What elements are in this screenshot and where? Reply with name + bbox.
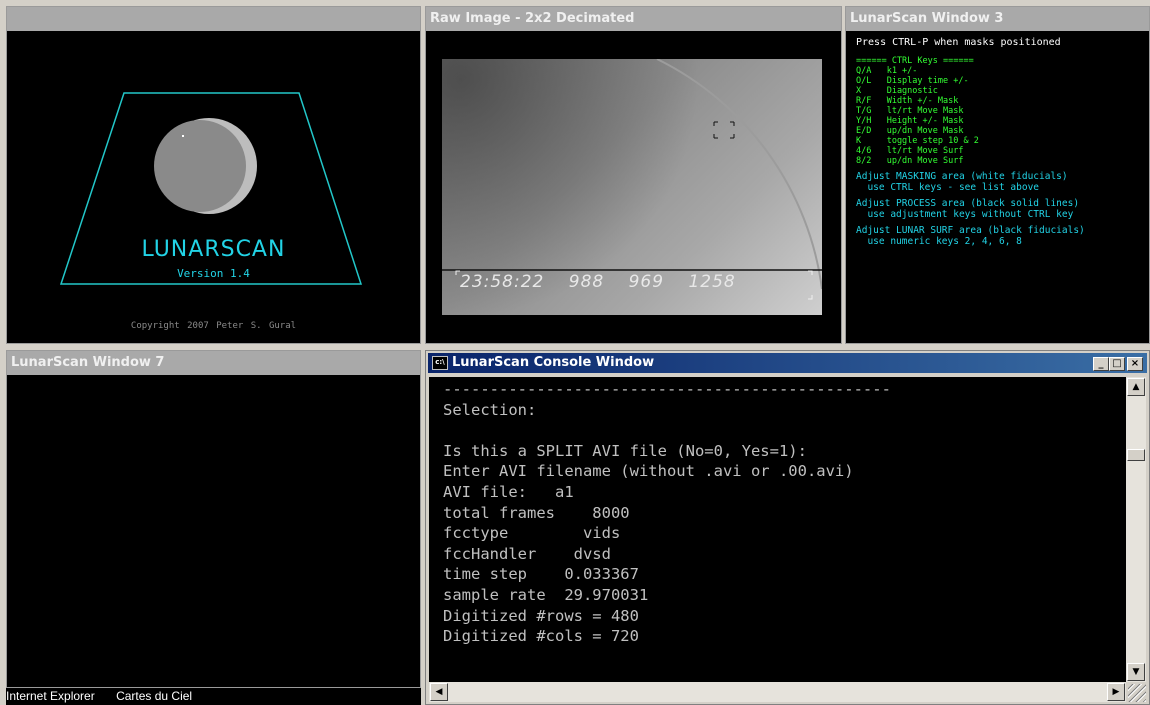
ctrl-key-line: 8/2 up/dn Move Surf: [856, 156, 964, 166]
moon-disk: [154, 120, 246, 212]
console-titlebar[interactable]: c:\ LunarScan Console Window _ □ ×: [428, 353, 1147, 373]
taskbar-item-internet-explorer[interactable]: Internet Explorer: [6, 689, 95, 703]
window-3-content: Press CTRL-P when masks positioned =====…: [846, 31, 1149, 343]
ctrl-keys-header: ====== CTRL Keys ======: [856, 56, 974, 66]
taskbar: Internet Explorer Cartes du Ciel: [6, 688, 421, 705]
lunarscan-window-3[interactable]: LunarScan Window 3 Press CTRL-P when mas…: [845, 6, 1150, 344]
copyright-text: Copyright 2007 Peter S. Gural: [130, 321, 297, 331]
scroll-left-button[interactable]: ◀: [430, 683, 448, 701]
console-line: time step 0.033367: [443, 565, 639, 584]
masking-instruction: Adjust MASKING area (white fiducials) us…: [856, 171, 1068, 193]
ctrl-key-line: Y/H Height +/- Mask: [856, 116, 964, 126]
maximize-button[interactable]: □: [1109, 357, 1125, 371]
ctrl-key-line: K toggle step 10 & 2: [856, 136, 979, 146]
ctrl-key-line: T/G lt/rt Move Mask: [856, 106, 964, 116]
console-line: Is this a SPLIT AVI file (No=0, Yes=1):: [443, 441, 807, 460]
horizontal-scrollbar[interactable]: ◀ ▶: [429, 682, 1126, 702]
vertical-scrollbar[interactable]: ▲ ▼: [1126, 377, 1146, 682]
console-line: sample rate 29.970031: [443, 585, 649, 604]
app-version: Version 1.4: [177, 267, 250, 280]
window-7-content: [7, 375, 420, 687]
lunarscan-window-7[interactable]: LunarScan Window 7: [6, 350, 421, 688]
raw-image-content: 23:58:22 988 969 1258: [426, 31, 841, 343]
masking-fiducials: [713, 121, 735, 139]
window-3-titlebar[interactable]: LunarScan Window 3: [846, 7, 1149, 31]
resize-grip-icon[interactable]: [1128, 684, 1146, 702]
ctrl-key-line: R/F Width +/- Mask: [856, 96, 959, 106]
minimize-button[interactable]: _: [1093, 357, 1109, 371]
console-title: LunarScan Console Window: [452, 355, 655, 370]
ctrl-key-line: E/D up/dn Move Mask: [856, 126, 964, 136]
console-line: fccHandler dvsd: [443, 544, 611, 563]
raw-image-titlebar[interactable]: Raw Image - 2x2 Decimated: [426, 7, 841, 31]
splash-graphic: [59, 92, 363, 285]
surf-instruction: Adjust LUNAR SURF area (black fiducials)…: [856, 225, 1085, 247]
console-line: Digitized #rows = 480: [443, 606, 639, 625]
raw-image-window[interactable]: Raw Image - 2x2 Decimated 23:58:22 988 9…: [425, 6, 842, 344]
scroll-down-button[interactable]: ▼: [1127, 663, 1145, 681]
timestamp-overlay: 23:58:22 988 969 1258: [460, 272, 736, 292]
console-line: ----------------------------------------…: [443, 380, 891, 398]
process-instruction: Adjust PROCESS area (black solid lines) …: [856, 198, 1080, 220]
console-line: AVI file: a1: [443, 482, 574, 501]
scroll-up-button[interactable]: ▲: [1127, 378, 1145, 396]
ctrl-key-line: 4/6 lt/rt Move Surf: [856, 146, 964, 156]
raw-image-frame: 23:58:22 988 969 1258: [442, 59, 822, 315]
ctrl-key-line: O/L Display time +/-: [856, 76, 969, 86]
instruction-panel: Press CTRL-P when masks positioned =====…: [856, 37, 1085, 247]
ctrl-key-line: X Diagnostic: [856, 86, 938, 96]
window-7-titlebar[interactable]: LunarScan Window 7: [7, 351, 420, 375]
console-line: total frames 8000: [443, 503, 630, 522]
lunar-limb: [656, 59, 822, 290]
ctrl-key-line: Q/A k1 +/-: [856, 66, 918, 76]
console-line: fcctype vids: [443, 524, 621, 543]
console-line: Digitized #cols = 720: [443, 627, 639, 646]
splash-content: LUNARSCAN Version 1.4 Copyright 2007 Pet…: [7, 31, 420, 343]
moon-flash-dot: [182, 135, 184, 137]
taskbar-item-cartes-du-ciel[interactable]: Cartes du Ciel: [116, 689, 192, 703]
vertical-scroll-thumb[interactable]: [1127, 449, 1145, 461]
ctrl-p-instruction: Press CTRL-P when masks positioned: [856, 37, 1061, 48]
console-output[interactable]: ----------------------------------------…: [429, 377, 1126, 682]
close-button[interactable]: ×: [1127, 357, 1143, 371]
splash-window-titlebar[interactable]: [7, 7, 420, 31]
console-line: Enter AVI filename (without .avi or .00.…: [443, 462, 854, 481]
scroll-right-button[interactable]: ▶: [1107, 683, 1125, 701]
splash-window[interactable]: LUNARSCAN Version 1.4 Copyright 2007 Pet…: [6, 6, 421, 344]
console-icon: c:\: [432, 355, 448, 370]
app-name: LUNARSCAN: [141, 237, 286, 262]
console-window[interactable]: c:\ LunarScan Console Window _ □ × ------…: [425, 350, 1150, 705]
console-line: Selection:: [443, 400, 537, 419]
